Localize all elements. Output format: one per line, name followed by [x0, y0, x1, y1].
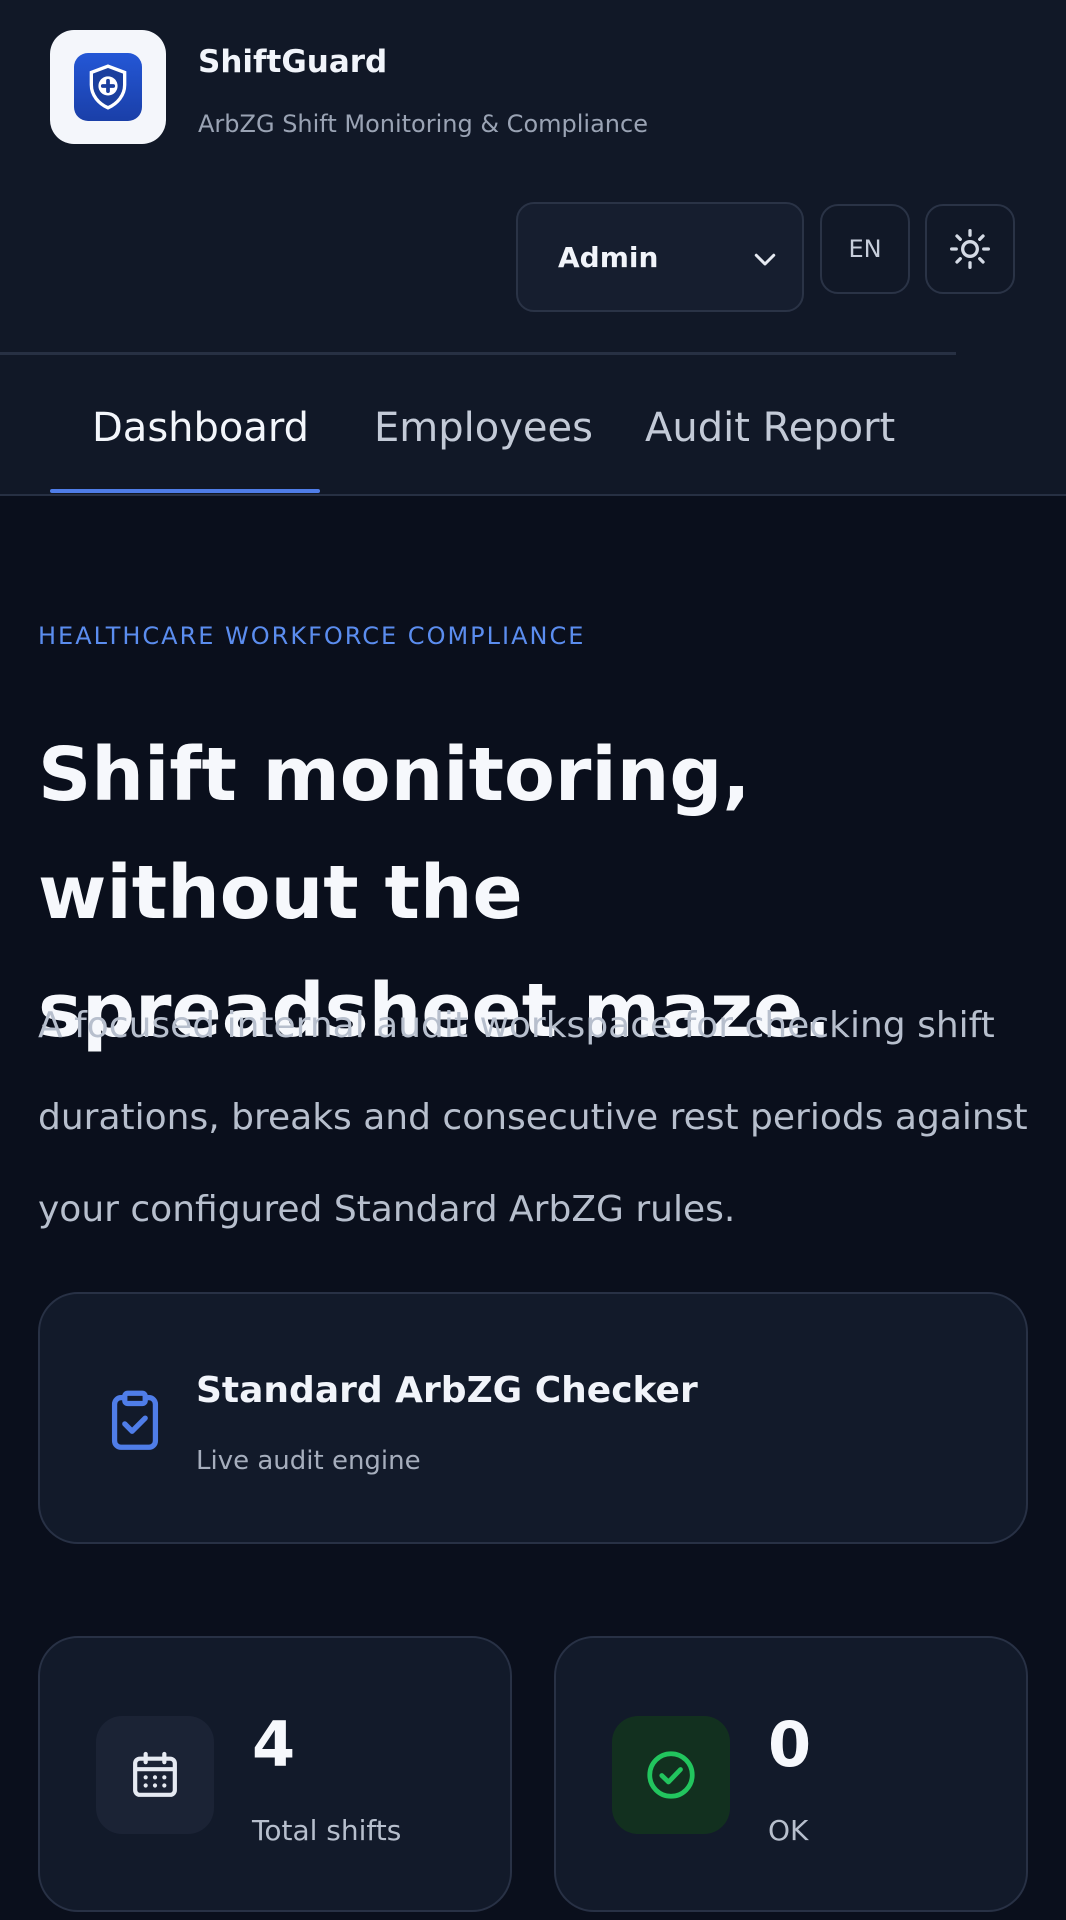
active-tab-indicator: [50, 489, 320, 493]
stat-value: 0: [768, 1708, 812, 1781]
stat-card-total-shifts: 4 Total shifts: [38, 1636, 512, 1912]
calendar-icon: [96, 1716, 214, 1834]
shield-plus-icon: [74, 53, 142, 121]
theme-toggle-button[interactable]: [925, 204, 1015, 294]
checker-card: Standard ArbZG Checker Live audit engine: [38, 1292, 1028, 1544]
tabs-divider: [0, 494, 1066, 496]
hero-description: A focused internal audit workspace for c…: [38, 1005, 1028, 1230]
role-select-value: Admin: [558, 240, 659, 274]
hero-eyebrow: HEALTHCARE WORKFORCE COMPLIANCE: [38, 622, 586, 650]
chevron-down-icon: [754, 253, 776, 266]
stat-value: 4: [252, 1708, 296, 1781]
language-label: EN: [848, 235, 882, 263]
app-logo: [50, 30, 166, 144]
app-title: ShiftGuard: [198, 44, 388, 80]
role-select[interactable]: Admin: [516, 202, 804, 312]
stat-label: OK: [768, 1814, 809, 1847]
main-tabs: Dashboard Employees Audit Report: [0, 355, 1066, 496]
checker-subtitle: Live audit engine: [196, 1446, 421, 1476]
sun-icon: [950, 229, 990, 269]
stat-label: Total shifts: [252, 1814, 402, 1847]
stat-card-ok: 0 OK: [554, 1636, 1028, 1912]
tab-audit-report[interactable]: Audit Report: [645, 405, 895, 451]
check-circle-icon: [612, 1716, 730, 1834]
language-button[interactable]: EN: [820, 204, 910, 294]
tab-dashboard[interactable]: Dashboard: [92, 405, 309, 451]
app-header: ShiftGuard ArbZG Shift Monitoring & Comp…: [0, 0, 1066, 496]
app-subtitle: ArbZG Shift Monitoring & Compliance: [198, 110, 648, 138]
tab-employees[interactable]: Employees: [374, 405, 593, 451]
clipboard-check-icon: [111, 1390, 159, 1450]
checker-title: Standard ArbZG Checker: [196, 1370, 698, 1411]
